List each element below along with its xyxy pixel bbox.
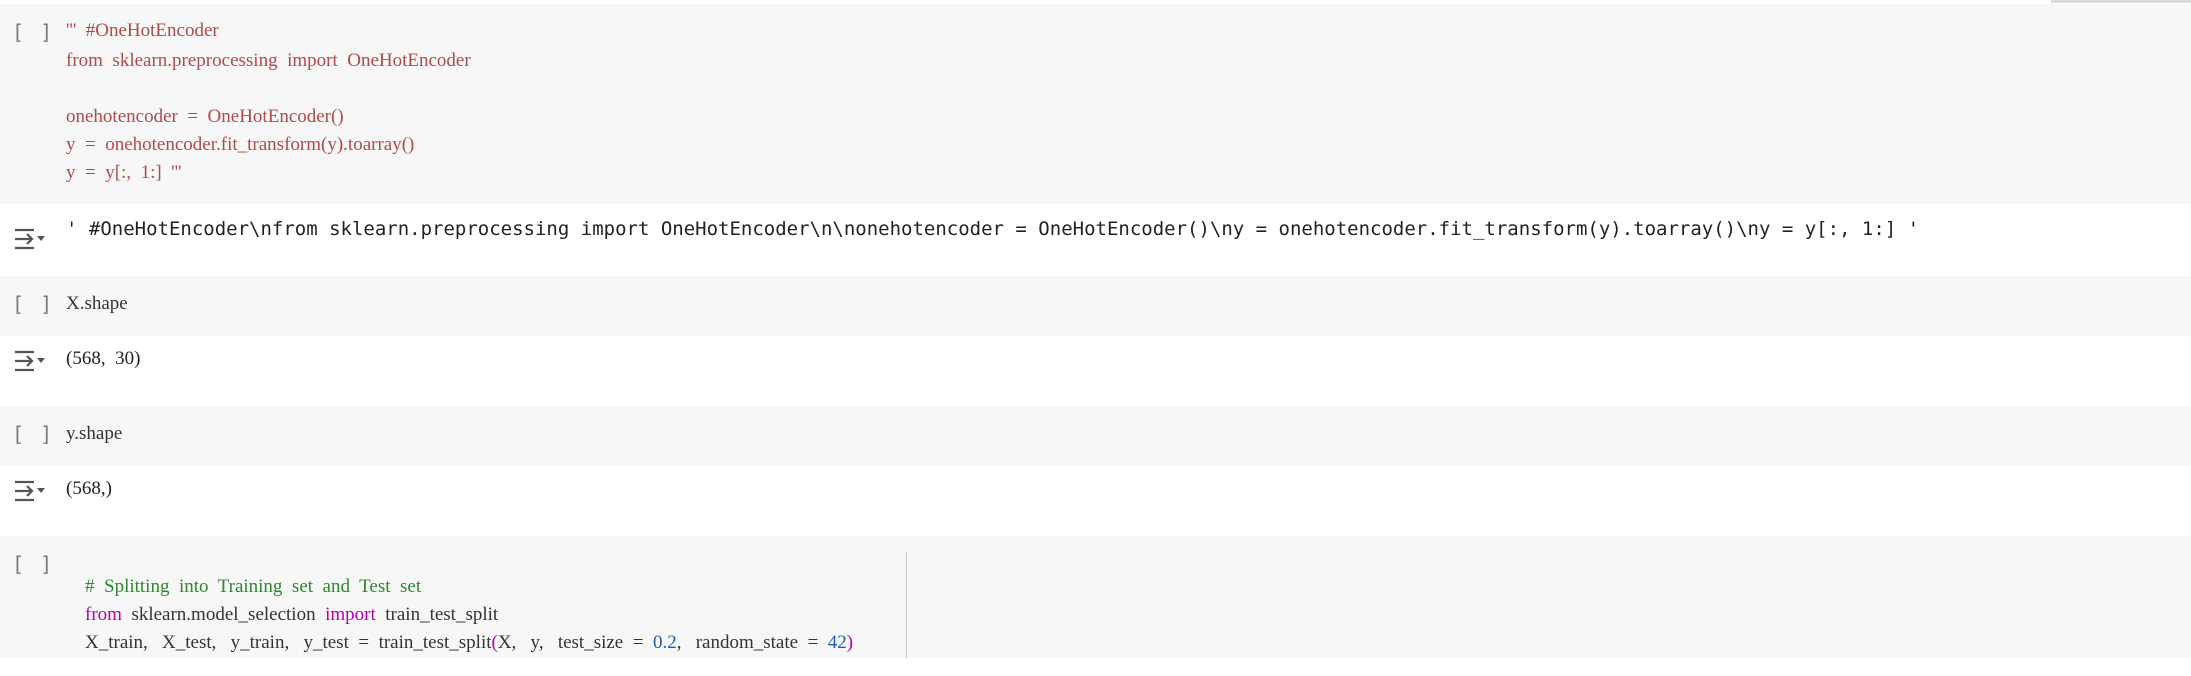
output-area: (568, 30) xyxy=(0,336,2191,406)
run-cell-button[interactable]: [ ] xyxy=(12,422,54,446)
code-line: X_train, X_test, y_train, y_test = train… xyxy=(66,610,853,676)
output-toggle-icon[interactable] xyxy=(12,346,48,376)
text-cursor-guide xyxy=(906,552,907,658)
output-area: ' #OneHotEncoder\nfrom sklearn.preproces… xyxy=(0,204,2191,276)
code-line: X.shape xyxy=(66,293,128,314)
cell-output-text: (568,) xyxy=(66,478,112,499)
output-toggle-icon[interactable] xyxy=(12,224,48,254)
code-line: onehotencoder = OneHotEncoder() xyxy=(66,106,344,127)
code-cell-y-shape[interactable]: [ ] y.shape xyxy=(0,406,2191,466)
code-token: X_train, X_test, y_train, y_test = train… xyxy=(85,632,492,653)
code-cell-onehotencoder[interactable]: [ ] ''' #OneHotEncoder from sklearn.prep… xyxy=(0,4,2191,204)
number-literal: 0.2 xyxy=(652,632,677,653)
top-edge-divider xyxy=(2051,0,2191,3)
code-token: ) xyxy=(846,632,854,653)
code-line: ''' #OneHotEncoder xyxy=(66,20,219,41)
number-literal: 42 xyxy=(827,632,847,653)
cell-output-text: ' #OneHotEncoder\nfrom sklearn.preproces… xyxy=(66,218,1920,240)
code-token: , random_state = xyxy=(676,632,828,653)
code-line: y.shape xyxy=(66,423,123,444)
code-line: from sklearn.preprocessing import OneHot… xyxy=(66,50,471,71)
output-area: (568,) xyxy=(0,466,2191,536)
code-cell-x-shape[interactable]: [ ] X.shape xyxy=(0,276,2191,336)
cell-output-text: (568, 30) xyxy=(66,348,141,369)
run-cell-button[interactable]: [ ] xyxy=(12,20,54,44)
code-line: y = y[:, 1:] ''' xyxy=(66,162,182,183)
run-cell-button[interactable]: [ ] xyxy=(12,292,54,316)
run-cell-button[interactable]: [ ] xyxy=(12,552,54,576)
code-token: X, y, test_size = xyxy=(497,632,653,653)
output-toggle-icon[interactable] xyxy=(12,476,48,506)
code-line: y = onehotencoder.fit_transform(y).toarr… xyxy=(66,134,415,155)
code-cell-train-test-split[interactable]: [ ] # Splitting into Training set and Te… xyxy=(0,536,2191,658)
